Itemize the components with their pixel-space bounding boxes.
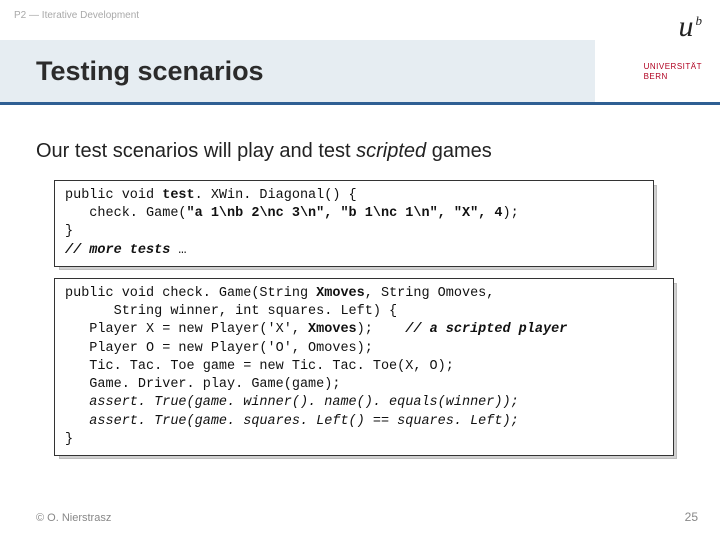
intro-em: scripted: [356, 140, 426, 162]
logo-letter: ub: [679, 6, 703, 42]
c2l4: Player O = new Player('O', Omoves);: [65, 341, 373, 356]
logo-line1: UNIVERSITÄT: [644, 62, 702, 71]
c2l1a: public void check. Game(String: [65, 286, 316, 301]
breadcrumb: P2 — Iterative Development: [14, 10, 139, 21]
c2l5: Tic. Tac. Toe game = new Tic. Tac. Toe(X…: [65, 359, 454, 374]
c1l2a: check. Game(: [65, 206, 187, 221]
logo-sup: b: [696, 13, 703, 28]
title-bar: Testing scenarios: [0, 40, 595, 102]
c1l3: }: [65, 224, 73, 239]
c2l3b: Xmoves: [308, 322, 357, 337]
c2l1b: Xmoves: [316, 286, 365, 301]
c2l2: String winner, int squares. Left) {: [65, 304, 397, 319]
intro-text: Our test scenarios will play and test sc…: [36, 140, 492, 163]
page-number: 25: [685, 510, 698, 524]
c2l3c: );: [357, 322, 406, 337]
c2l9: }: [65, 432, 73, 447]
c2l3d: // a scripted player: [405, 322, 567, 337]
intro-pre: Our test scenarios will play and test: [36, 140, 356, 162]
c2l3a: Player X = new Player('X',: [65, 322, 308, 337]
c1l1b: test: [162, 188, 194, 203]
c1l2c: );: [502, 206, 518, 221]
code-block-2: public void check. Game(String Xmoves, S…: [54, 278, 674, 456]
c2l6: Game. Driver. play. Game(game);: [65, 377, 340, 392]
c1l1a: public void: [65, 188, 162, 203]
c2l7: assert. True(game. winner(). name(). equ…: [65, 395, 519, 410]
footer-copyright: © O. Nierstrasz: [36, 512, 111, 524]
logo-text: UNIVERSITÄT BERN: [644, 62, 702, 81]
c1l4b: …: [178, 243, 186, 258]
code-block-1: public void test. XWin. Diagonal() { che…: [54, 180, 654, 267]
logo-u: u: [679, 10, 694, 43]
divider: [0, 102, 720, 105]
page-title: Testing scenarios: [36, 56, 264, 87]
c1l4a: // more tests: [65, 243, 178, 258]
logo-line2: BERN: [644, 72, 668, 81]
intro-post: games: [426, 140, 492, 162]
university-logo: ub: [602, 6, 702, 42]
c1l1c: . XWin. Diagonal() {: [195, 188, 357, 203]
c2l8: assert. True(game. squares. Left() == sq…: [65, 414, 519, 429]
c1l2b: "a 1\nb 2\nc 3\n", "b 1\nc 1\n", "X", 4: [187, 206, 503, 221]
c2l1c: , String Omoves,: [365, 286, 495, 301]
